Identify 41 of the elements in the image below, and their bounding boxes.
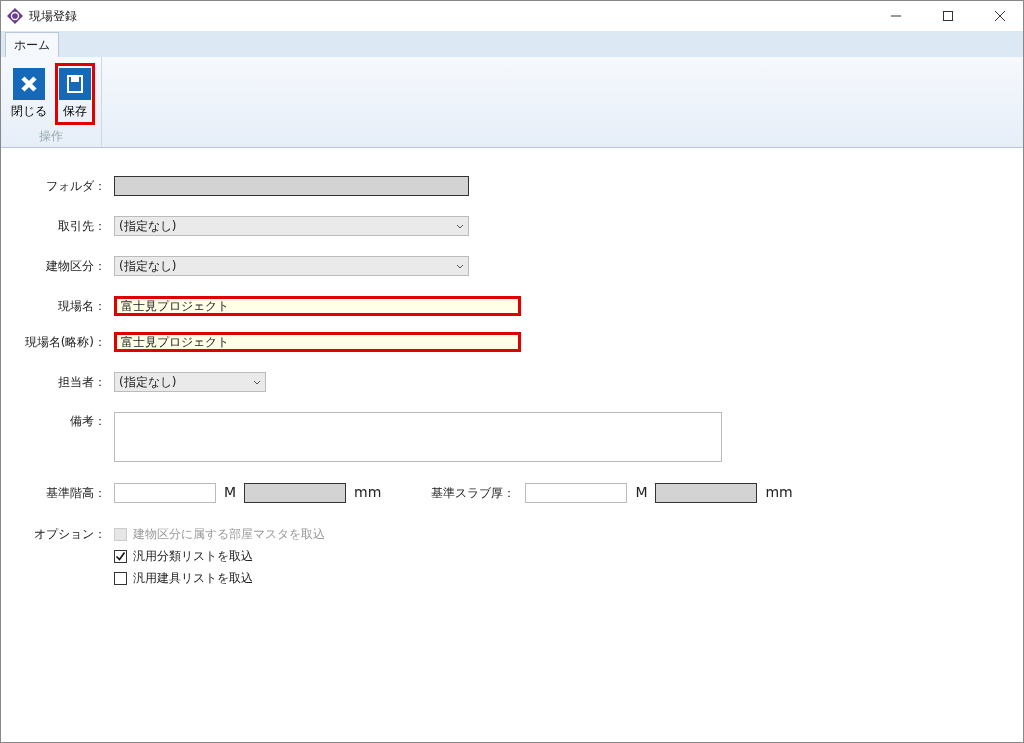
textarea-field[interactable]: [114, 412, 722, 462]
unit-label: mm: [765, 483, 793, 502]
dropdown-caret-icon: [253, 379, 261, 385]
group-label: 操作: [39, 128, 63, 145]
field-label: 現場名：: [57, 298, 107, 315]
dropdown-caret-icon: [456, 223, 464, 229]
field-label: 備考：: [69, 413, 107, 430]
checkbox-label: 建物区分に属する部屋マスタを取込: [133, 526, 325, 543]
field-label: 担当者：: [57, 374, 107, 391]
field-label: 建物区分：: [45, 258, 107, 275]
ribbon-tab[interactable]: ホーム: [5, 32, 59, 57]
field-label: 基準スラブ厚：: [431, 484, 516, 502]
field-label: 取引先：: [57, 218, 107, 235]
field-label: フォルダ：: [45, 178, 107, 195]
input-field[interactable]: 富士見プロジェクト: [114, 296, 521, 316]
field-label: 基準階高：: [45, 484, 107, 502]
checkbox-label[interactable]: 汎用建具リストを取込: [133, 569, 253, 587]
close-icon: [13, 68, 45, 100]
input-field[interactable]: [525, 482, 628, 503]
maximize-icon: [943, 11, 953, 21]
window-title: 現場登録: [29, 8, 77, 25]
close-icon: [995, 11, 1005, 21]
checkbox-label[interactable]: 汎用分類リストを取込: [133, 547, 253, 565]
unit-label: M: [224, 483, 237, 502]
field-label: 現場名(略称)：: [23, 334, 107, 351]
dropdown[interactable]: (指定なし): [114, 216, 469, 236]
checkbox[interactable]: [114, 571, 127, 585]
field-label: オプション：: [33, 526, 107, 543]
unit-label: mm: [354, 483, 382, 502]
dropdown-caret-icon: [456, 263, 464, 269]
unit-label: M: [635, 483, 648, 502]
close-button[interactable]: 閉じる: [7, 63, 51, 125]
dropdown[interactable]: (指定なし): [114, 256, 469, 276]
checkmark-icon: [115, 550, 126, 562]
app-logo-icon: [7, 8, 23, 24]
input-field[interactable]: [114, 482, 216, 503]
save-icon: [59, 68, 91, 100]
save-button[interactable]: 保存: [55, 63, 95, 125]
dropdown[interactable]: (指定なし): [114, 372, 266, 392]
input-field[interactable]: 富士見プロジェクト: [114, 332, 521, 352]
checkbox[interactable]: [114, 549, 127, 563]
